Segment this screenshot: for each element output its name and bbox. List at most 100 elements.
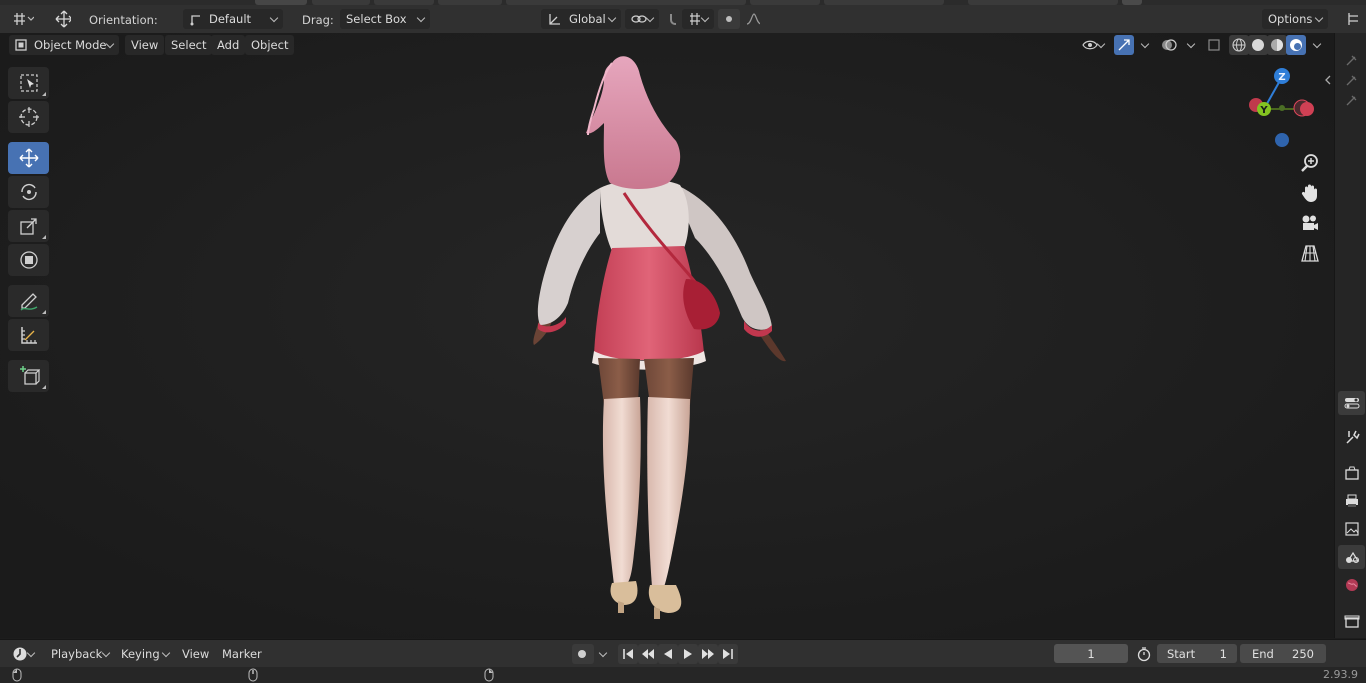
eye-icon — [1082, 40, 1098, 50]
current-frame-field[interactable]: 1 — [1054, 644, 1128, 663]
current-frame-value: 1 — [1087, 646, 1095, 661]
overlays-dropdown[interactable] — [1180, 35, 1200, 55]
zoom-button[interactable] — [1298, 151, 1322, 175]
tab-editor-settings[interactable] — [1338, 391, 1365, 415]
render-camera-icon — [1344, 466, 1359, 480]
menu-marker[interactable]: Marker — [216, 644, 268, 664]
properties-tabs — [1334, 33, 1366, 638]
snap-dropdown[interactable] — [682, 9, 714, 29]
navigation-gizmo[interactable]: Y Z — [1244, 65, 1324, 155]
solid-sphere-icon — [1252, 39, 1264, 51]
mode-dropdown[interactable]: Object Mode — [9, 35, 119, 55]
orientation-label: Orientation: — [89, 13, 158, 27]
menu-playback[interactable]: Playback — [45, 644, 115, 664]
outliner-toggle-button[interactable] — [1340, 9, 1364, 29]
orientation-dropdown[interactable]: Default — [183, 9, 283, 29]
proportional-edit-toggle[interactable] — [718, 9, 740, 29]
gizmo-dropdown[interactable] — [1134, 35, 1154, 55]
editor-type-button[interactable] — [6, 9, 40, 29]
end-frame-field[interactable]: End 250 — [1240, 644, 1326, 663]
scene-icon — [1345, 551, 1359, 563]
auto-keying-toggle[interactable] — [572, 644, 594, 664]
menu-add[interactable]: Add — [211, 35, 246, 55]
play-button[interactable] — [678, 644, 698, 664]
select-box-tool[interactable] — [8, 67, 49, 99]
version-label: 2.93.9 — [1323, 668, 1358, 681]
menu-playback-label: Playback — [51, 647, 103, 661]
3d-viewport[interactable]: Object Mode View Select Add Object Y Z — [0, 33, 1334, 638]
drag-label: Drag: — [302, 13, 334, 27]
prev-keyframe-icon — [642, 649, 654, 659]
pan-button[interactable] — [1298, 181, 1322, 205]
start-frame-field[interactable]: Start 1 — [1157, 644, 1237, 663]
falloff-curve-icon — [746, 13, 760, 25]
tab-tool[interactable] — [1338, 425, 1365, 449]
menu-view[interactable]: View — [125, 35, 165, 55]
keying-set-dropdown[interactable] — [594, 644, 612, 664]
annotate-tool[interactable] — [8, 285, 49, 317]
measure-tool[interactable] — [8, 319, 49, 351]
hand-icon — [1301, 184, 1317, 202]
tab-collection[interactable] — [1338, 609, 1365, 633]
gizmo-z-label: Z — [1278, 72, 1285, 83]
drag-dropdown[interactable]: Select Box — [340, 9, 430, 29]
shading-material[interactable] — [1267, 35, 1287, 55]
rotate-tool[interactable] — [8, 176, 49, 208]
options-dropdown[interactable]: Options — [1262, 9, 1328, 29]
tool-pin-icon[interactable] — [1343, 73, 1359, 89]
visibility-dropdown[interactable] — [1076, 35, 1110, 55]
tool-pin-icon[interactable] — [1343, 53, 1359, 69]
shading-dropdown[interactable] — [1306, 35, 1326, 55]
transform-tool-icon-button[interactable] — [49, 9, 77, 29]
jump-end-button[interactable] — [718, 644, 738, 664]
tab-view-layer[interactable] — [1338, 517, 1365, 541]
timeline-editor-type[interactable] — [6, 644, 40, 664]
next-keyframe-button[interactable] — [698, 644, 718, 664]
snap-toggle[interactable] — [662, 9, 682, 29]
perspective-toggle-button[interactable] — [1298, 241, 1322, 265]
scale-tool[interactable] — [8, 210, 49, 242]
menu-keying-label: Keying — [121, 647, 160, 661]
gizmo-toggle[interactable] — [1114, 35, 1134, 55]
shading-rendered[interactable] — [1286, 35, 1306, 55]
pivot-dropdown[interactable] — [625, 9, 659, 29]
image-stack-icon — [1344, 522, 1359, 536]
play-reverse-button[interactable] — [658, 644, 678, 664]
move-icon — [19, 148, 38, 168]
clock-icon — [13, 647, 27, 661]
menu-select[interactable]: Select — [165, 35, 213, 55]
xray-toggle[interactable] — [1204, 35, 1224, 55]
sidebar-toggle-icon[interactable] — [1324, 75, 1332, 85]
falloff-dropdown[interactable] — [740, 9, 766, 29]
add-cube-tool[interactable] — [8, 360, 49, 392]
options-label: Options — [1268, 12, 1313, 26]
start-label: Start — [1167, 646, 1196, 661]
tool-pin-icon[interactable] — [1343, 93, 1359, 109]
transform-orientation-dropdown[interactable]: Global — [541, 9, 621, 29]
xray-icon — [1208, 39, 1220, 51]
move-tool[interactable] — [8, 142, 49, 174]
tab-output[interactable] — [1338, 489, 1365, 513]
select-box-icon — [19, 74, 38, 92]
menu-object[interactable]: Object — [245, 35, 295, 55]
wrench-screwdriver-icon — [1345, 430, 1360, 444]
tool-variants-indicator — [42, 235, 46, 239]
menu-timeline-view[interactable]: View — [176, 644, 215, 664]
tab-scene[interactable] — [1338, 545, 1365, 569]
shading-wireframe[interactable] — [1229, 35, 1249, 55]
prev-keyframe-button[interactable] — [638, 644, 658, 664]
overlays-toggle[interactable] — [1158, 35, 1180, 55]
tab-world[interactable] — [1338, 573, 1365, 597]
preview-range-toggle[interactable] — [1133, 644, 1155, 664]
shading-solid[interactable] — [1248, 35, 1268, 55]
jump-start-button[interactable] — [618, 644, 638, 664]
mouse-left-icon — [12, 668, 22, 682]
tab-render[interactable] — [1338, 461, 1365, 485]
menu-timeline-view-label: View — [182, 647, 210, 661]
camera-view-button[interactable] — [1298, 211, 1322, 235]
collection-box-icon — [1344, 615, 1359, 628]
menu-keying[interactable]: Keying — [115, 644, 175, 664]
cursor-tool[interactable] — [8, 101, 49, 133]
tool-variants-indicator — [42, 92, 46, 96]
transform-tool[interactable] — [8, 244, 49, 276]
